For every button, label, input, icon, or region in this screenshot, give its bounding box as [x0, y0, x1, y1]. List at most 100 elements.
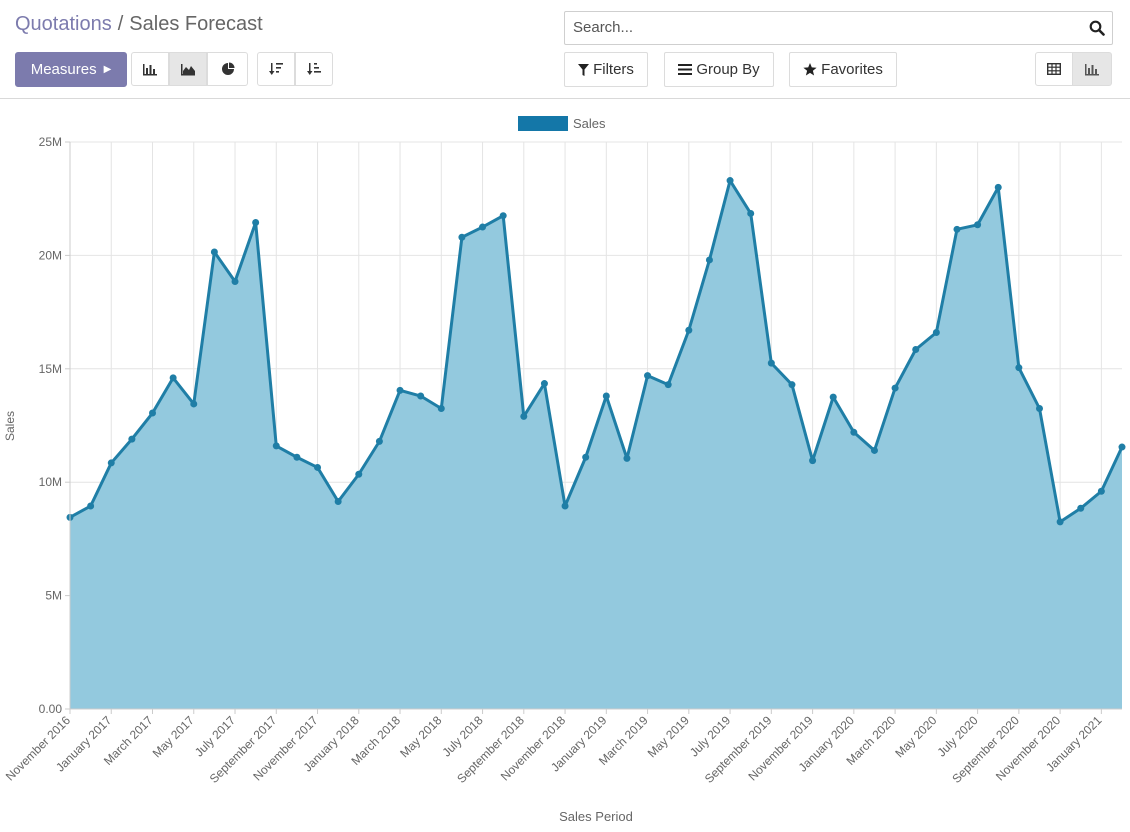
data-point[interactable] [561, 502, 569, 510]
data-point[interactable] [169, 374, 177, 382]
data-point[interactable] [355, 470, 363, 478]
data-point[interactable] [623, 454, 631, 462]
data-point[interactable] [582, 453, 590, 461]
data-point[interactable] [293, 453, 301, 461]
bar-chart-button[interactable] [131, 52, 169, 86]
y-tick-label: 5M [45, 589, 62, 603]
y-tick-label: 25M [39, 135, 62, 149]
sales-area-fill [70, 180, 1122, 709]
sales-area-chart: 0.005M10M15M20M25MNovember 2016January 2… [3, 116, 1126, 824]
data-point[interactable] [87, 502, 95, 510]
sort-ascending-button[interactable] [295, 52, 333, 86]
graph-view-button[interactable] [1072, 52, 1112, 86]
data-point[interactable] [396, 386, 404, 394]
group-by-label: Group By [696, 61, 760, 78]
data-point[interactable] [891, 384, 899, 392]
data-point[interactable] [499, 212, 507, 220]
data-point[interactable] [107, 459, 115, 467]
x-tick-label: May 2018 [397, 713, 444, 760]
data-point[interactable] [644, 372, 652, 380]
y-tick-label: 15M [39, 362, 62, 376]
breadcrumb-quotations-link[interactable]: Quotations [15, 13, 112, 35]
chart-container: 0.00 5M 10M 15M 20M 25M November 2016 January 2… [0, 99, 1130, 827]
search-input[interactable] [571, 18, 1075, 37]
data-point[interactable] [767, 359, 775, 367]
data-point[interactable] [252, 219, 260, 227]
data-point[interactable] [726, 177, 734, 185]
filters-label: Filters [593, 61, 634, 78]
data-point[interactable] [685, 326, 693, 334]
data-point[interactable] [1035, 404, 1043, 412]
data-point[interactable] [747, 209, 755, 217]
data-point[interactable] [375, 437, 383, 445]
data-point[interactable] [953, 225, 961, 233]
data-point[interactable] [458, 233, 466, 241]
star-icon [803, 63, 817, 76]
x-tick-label: May 2019 [645, 713, 692, 760]
data-point[interactable] [540, 380, 548, 388]
chart-legend[interactable]: Sales [518, 116, 606, 131]
data-point[interactable] [664, 381, 672, 389]
sort-descending-button[interactable] [257, 52, 295, 86]
data-point[interactable] [850, 428, 858, 436]
data-point[interactable] [149, 409, 157, 417]
sort-ascending-icon [307, 63, 321, 75]
pivot-view-button[interactable] [1035, 52, 1073, 86]
bar-chart-icon [143, 64, 157, 76]
measures-label: Measures [30, 61, 97, 78]
area-chart-button[interactable] [169, 52, 207, 86]
measures-button[interactable]: Measures ▶ [15, 52, 127, 87]
data-point[interactable] [128, 435, 136, 443]
data-point[interactable] [437, 404, 445, 412]
chart-area [69, 179, 1124, 709]
breadcrumb: Quotations / Sales Forecast [15, 13, 263, 36]
data-point[interactable] [705, 256, 713, 264]
data-point[interactable] [231, 277, 239, 285]
data-point[interactable] [1097, 487, 1105, 495]
group-by-button[interactable]: Group By [664, 52, 774, 87]
data-point[interactable] [912, 346, 920, 354]
filter-icon [578, 63, 590, 76]
y-tick-label: 0.00 [39, 702, 63, 716]
data-point[interactable] [932, 329, 940, 337]
caret-right-icon: ▶ [103, 64, 112, 75]
y-tick-label: 10M [39, 475, 62, 489]
data-point[interactable] [1118, 443, 1126, 451]
data-point[interactable] [829, 393, 837, 401]
breadcrumb-separator: / [117, 13, 124, 35]
data-point[interactable] [994, 183, 1002, 191]
x-tick-label: May 2017 [150, 713, 197, 760]
y-tick-label: 20M [39, 248, 62, 262]
data-point[interactable] [1015, 364, 1023, 372]
data-point[interactable] [870, 446, 878, 454]
y-axis-title: Sales [3, 411, 17, 441]
data-point[interactable] [1056, 518, 1064, 526]
favorites-button[interactable]: Favorites [789, 52, 897, 87]
data-point[interactable] [788, 381, 796, 389]
legend-label: Sales [573, 116, 606, 131]
data-point[interactable] [809, 457, 817, 465]
data-point[interactable] [520, 412, 528, 420]
legend-swatch [518, 116, 568, 131]
data-point[interactable] [417, 392, 425, 400]
data-point[interactable] [314, 463, 322, 471]
x-axis-title: Sales Period [559, 809, 633, 824]
data-point[interactable] [974, 221, 982, 229]
control-panel: Quotations/Sales Forecast Measures ▶ Fil… [0, 0, 1130, 99]
search-box [564, 11, 1113, 45]
data-point[interactable] [602, 392, 610, 400]
table-icon [1047, 63, 1061, 75]
filters-button[interactable]: Filters [564, 52, 648, 87]
favorites-label: Favorites [821, 61, 883, 78]
data-point[interactable] [334, 497, 342, 505]
search-icon[interactable] [1089, 20, 1105, 36]
data-point[interactable] [190, 400, 198, 408]
data-point[interactable] [1077, 504, 1085, 512]
page-title: Sales Forecast [129, 13, 263, 35]
pie-chart-button[interactable] [207, 52, 248, 86]
data-point[interactable] [272, 442, 280, 450]
list-icon [678, 64, 693, 75]
bar-chart-icon [1085, 64, 1099, 76]
data-point[interactable] [210, 248, 218, 256]
data-point[interactable] [479, 223, 487, 231]
